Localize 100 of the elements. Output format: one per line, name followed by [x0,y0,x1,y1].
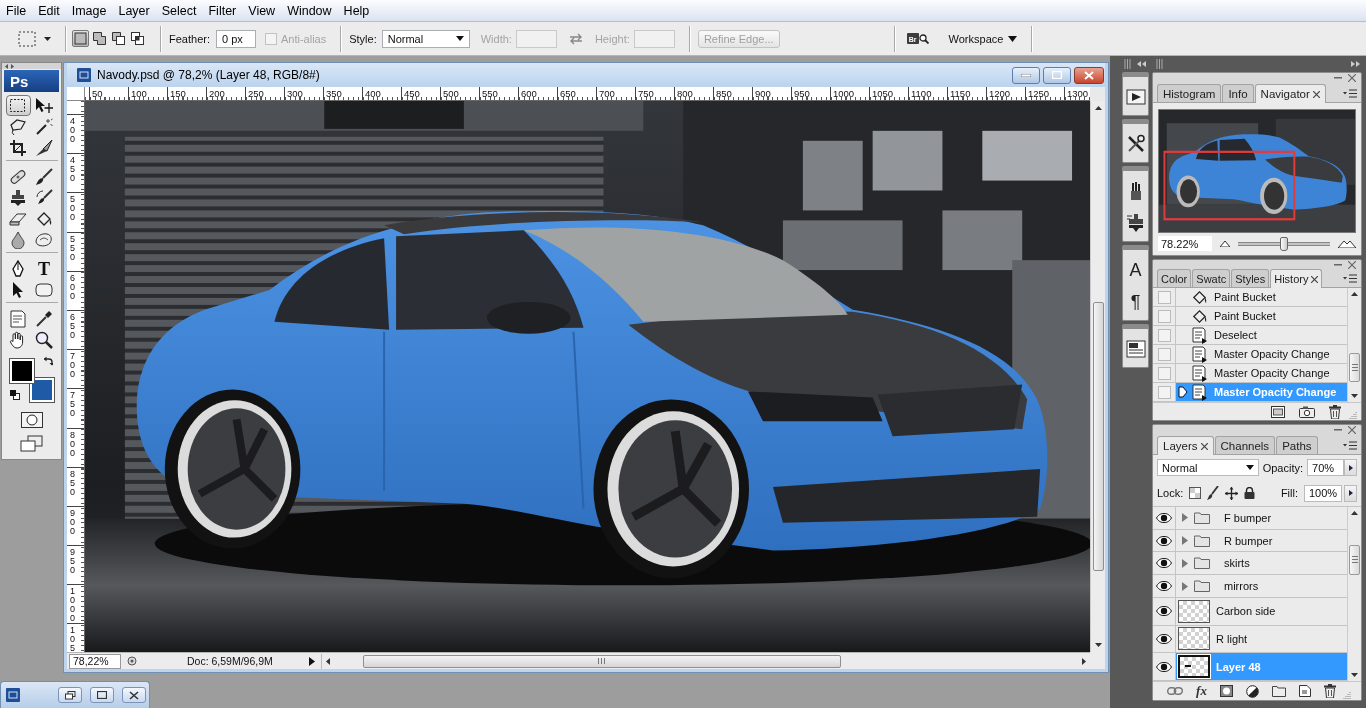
workspace-button[interactable]: Workspace [948,32,1018,45]
marquee-tool[interactable] [5,95,31,116]
selection-mode-button[interactable] [110,30,127,47]
grip-icon[interactable] [1124,59,1131,69]
panel-menu-icon[interactable] [1343,89,1357,98]
scroll-down-icon[interactable] [1094,643,1102,647]
selection-mode-button[interactable] [91,30,108,47]
small-mountain-icon[interactable] [1220,240,1230,247]
close-button[interactable] [1074,66,1104,84]
menu-item[interactable]: Window [281,0,338,21]
fill-slider-button[interactable] [1344,484,1357,502]
large-mountain-icon[interactable] [1338,239,1356,248]
expand-triangle-icon[interactable] [1182,558,1188,568]
panel-tab[interactable]: Layers [1157,436,1214,455]
snapshot-checkbox[interactable] [1157,290,1171,304]
document-info[interactable]: Doc: 6,59M/96,9M [187,655,273,667]
menu-item[interactable]: Image [65,0,113,21]
resize-grip-icon[interactable] [1349,411,1357,419]
padlock-icon[interactable] [1244,487,1256,499]
panel-tab[interactable]: Paths [1276,436,1318,454]
layout-icon[interactable] [1125,339,1146,359]
play-icon[interactable] [1125,87,1146,107]
slider-thumb[interactable] [1280,236,1288,251]
layer-row[interactable]: Carbon side [1176,597,1347,625]
opacity-field[interactable]: 70% [1307,459,1345,476]
ruler-origin[interactable] [67,87,85,101]
background-color-swatch[interactable] [29,378,54,402]
half-circle-icon[interactable] [1245,684,1259,698]
history-step[interactable]: Paint Bucket [1176,307,1347,326]
visibility-toggle[interactable] [1153,507,1176,529]
expand-triangle-icon[interactable] [1182,581,1188,591]
panel-tab[interactable]: History [1270,269,1323,289]
selection-mode-button[interactable] [129,30,146,47]
brush-lock-icon[interactable] [1207,486,1220,500]
expand-arrows-icon[interactable] [1351,61,1360,67]
panel-tab[interactable]: Styles [1231,269,1270,288]
screen-mode-icon[interactable] [19,435,44,453]
history-step[interactable]: Deselect [1176,326,1347,345]
visibility-toggle[interactable] [1153,625,1176,653]
visibility-toggle[interactable] [1153,575,1176,597]
snapshot-checkbox[interactable] [1157,347,1171,361]
snapshot-checkbox[interactable] [1157,328,1171,342]
close-button[interactable] [122,687,146,703]
view-frame[interactable] [1163,150,1296,221]
scroll-thumb[interactable] [1349,545,1360,575]
paragraph-panel-button[interactable]: ¶ [1130,292,1141,312]
state-pointer-icon[interactable] [1178,386,1188,399]
panel-tab[interactable]: Channels [1214,436,1276,454]
foreground-color-swatch[interactable] [9,359,34,383]
maximize-button[interactable] [90,687,114,703]
type-tool[interactable]: T [31,258,57,279]
expand-triangle-icon[interactable] [1182,536,1188,546]
layer-style-button[interactable]: fx [1196,683,1207,699]
scroll-down-icon[interactable] [1351,673,1358,677]
minimize-button[interactable] [1012,66,1040,84]
history-step[interactable]: Paint Bucket [1176,288,1347,307]
layer-row[interactable]: mirrors [1176,575,1347,597]
vertical-scrollbar[interactable] [1347,288,1361,403]
layer-row[interactable]: skirts [1176,552,1347,575]
camera-icon[interactable] [1299,405,1315,418]
blend-mode-dropdown[interactable]: Normal [1157,459,1259,476]
panel-menu-icon[interactable] [1343,441,1357,450]
opacity-slider-button[interactable] [1344,459,1357,476]
scroll-down-icon[interactable] [1351,394,1358,399]
menu-item[interactable]: Edit [32,0,66,21]
dashed-rectangle-icon[interactable] [18,30,36,47]
expand-triangle-icon[interactable] [1182,513,1188,523]
panel-tab[interactable]: Swatc [1192,269,1231,288]
swap-arrows-icon[interactable] [42,356,53,366]
layer-row[interactable]: F bumper [1176,507,1347,529]
visibility-toggle[interactable] [1153,552,1176,575]
menu-item[interactable]: Layer [112,0,156,21]
scroll-thumb[interactable] [363,654,841,668]
quick-mask-icon[interactable] [20,412,43,428]
scroll-thumb[interactable] [1349,353,1360,383]
menu-item[interactable]: View [242,0,282,21]
collapse-arrows-icon[interactable] [1137,61,1146,67]
new-layer-icon[interactable] [1298,685,1311,697]
transparency-lock-icon[interactable] [1189,487,1202,499]
resize-grip-icon[interactable] [1342,691,1351,699]
history-step[interactable]: Master Opacity Change [1176,364,1347,383]
fill-field[interactable]: 100% [1304,484,1342,502]
move-lock-icon[interactable] [1225,486,1239,500]
panel-tab[interactable]: Color [1157,269,1192,288]
mask-icon[interactable] [1219,685,1233,697]
caret-icon[interactable] [44,36,51,41]
zoom-field[interactable]: 78.22% [1158,236,1212,251]
panel-tab[interactable]: Histogram [1157,84,1222,102]
zoom-field[interactable]: 78,22% [69,653,121,669]
restore-button[interactable] [58,687,82,703]
scroll-up-icon[interactable] [1351,511,1358,515]
snapshot-checkbox[interactable] [1157,309,1171,323]
vertical-scrollbar[interactable] [1347,507,1361,681]
link-icon[interactable] [1167,687,1184,695]
trash-icon[interactable] [1323,684,1336,698]
close-icon[interactable] [1200,442,1208,450]
expand-arrows-icon[interactable] [5,63,14,69]
menu-item[interactable]: Filter [202,0,243,21]
close-icon[interactable] [1311,275,1319,283]
close-icon[interactable] [1348,426,1356,434]
